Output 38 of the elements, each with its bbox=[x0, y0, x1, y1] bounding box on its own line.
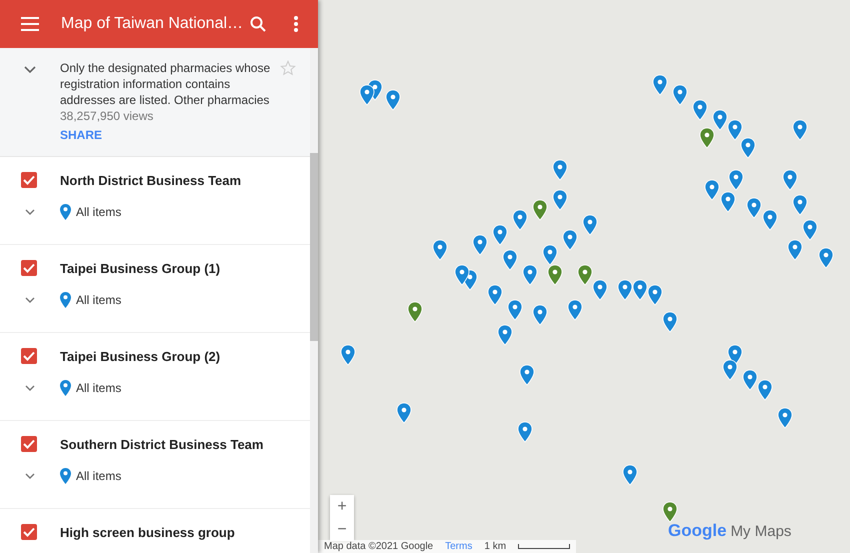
layer-checkbox[interactable] bbox=[21, 348, 37, 364]
chevron-down-icon[interactable] bbox=[25, 473, 35, 479]
chevron-down-icon[interactable] bbox=[25, 209, 35, 215]
layer-title: North District Business Team bbox=[60, 172, 242, 188]
description-text: Only the designated pharmacies whose registration information contains addresses are listed. Other pharmacies bbox=[60, 60, 272, 108]
all-items-link[interactable]: All items bbox=[76, 293, 122, 307]
map-data-text: Map data ©2021 Google bbox=[324, 541, 434, 552]
layer-title: High screen business group bbox=[60, 524, 235, 540]
search-icon[interactable] bbox=[250, 16, 266, 32]
layer-checkbox[interactable] bbox=[21, 260, 37, 276]
google-logo: Google bbox=[668, 521, 727, 541]
chevron-down-icon[interactable] bbox=[25, 297, 35, 303]
layer-title: Taipei Business Group (1) bbox=[60, 260, 220, 276]
layer-title: Taipei Business Group (2) bbox=[60, 348, 220, 364]
scrollbar-thumb[interactable] bbox=[310, 153, 318, 341]
more-options-icon[interactable] bbox=[294, 16, 298, 32]
map-title: Map of Taiwan National… bbox=[61, 15, 244, 33]
chevron-down-icon[interactable] bbox=[25, 385, 35, 391]
map-pin-icon bbox=[60, 204, 71, 220]
menu-icon[interactable] bbox=[21, 17, 39, 31]
zoom-out-button[interactable]: − bbox=[330, 518, 354, 541]
map-pin-icon bbox=[60, 380, 71, 396]
scale-label: 1 km bbox=[484, 541, 506, 552]
all-items-link[interactable]: All items bbox=[76, 381, 122, 395]
view-count: 38,257,950 views bbox=[60, 108, 154, 124]
map-pin-icon bbox=[60, 468, 71, 484]
chevron-down-icon[interactable] bbox=[24, 66, 36, 74]
scale-bar-icon bbox=[518, 544, 570, 549]
layer-title: Southern District Business Team bbox=[60, 436, 264, 452]
layer-checkbox[interactable] bbox=[21, 172, 37, 188]
all-items-link[interactable]: All items bbox=[76, 205, 122, 219]
layer-checkbox[interactable] bbox=[21, 524, 37, 540]
zoom-in-button[interactable]: + bbox=[330, 495, 354, 518]
layer-checkbox[interactable] bbox=[21, 436, 37, 452]
my-maps-logo-text: My Maps bbox=[730, 523, 792, 540]
all-items-link[interactable]: All items bbox=[76, 469, 122, 483]
star-icon[interactable] bbox=[280, 60, 296, 76]
map-pin-icon bbox=[60, 292, 71, 308]
